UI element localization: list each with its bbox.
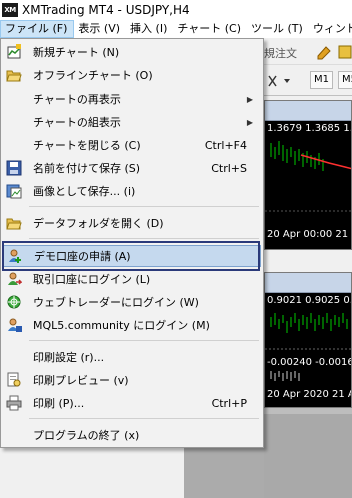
menu-item-open-data-folder[interactable]: データフォルダを開く (D)	[3, 212, 261, 234]
menu-item-save-image[interactable]: 画像として保存... (i)	[3, 180, 261, 202]
new-order-button[interactable]: 規注文	[264, 45, 297, 61]
menu-window[interactable]: ウィンドウ	[309, 20, 352, 38]
menu-item-label: MQL5.community にログイン (M)	[33, 319, 210, 332]
menu-item-label: 取引口座にログイン (L)	[33, 273, 151, 286]
menu-item-label: チャートを閉じる (C)	[33, 139, 141, 152]
menu-separator	[29, 238, 259, 239]
app-logo-icon: XM	[2, 3, 18, 17]
menu-item-label: ウェブトレーダーにログイン (W)	[33, 296, 199, 309]
menu-item-shortcut: Ctrl+P	[211, 396, 247, 410]
menu-item-label: 印刷 (P)...	[33, 397, 85, 410]
submenu-arrow-icon: ▶	[246, 94, 253, 104]
menu-tools[interactable]: ツール (T)	[247, 20, 309, 38]
menu-item-print-preview[interactable]: 印刷プレビュー (v)	[3, 369, 261, 391]
line-studies-icon[interactable]	[266, 73, 294, 89]
menu-bar: ファイル (F) 表示 (V) 挿入 (I) チャート (C) ツール (T) …	[0, 20, 352, 38]
menu-separator	[29, 206, 259, 207]
menu-item-label: 印刷プレビュー (v)	[33, 374, 129, 387]
menu-insert[interactable]: 挿入 (I)	[126, 20, 173, 38]
menu-item-save-as[interactable]: 名前を付けて保存 (S) Ctrl+S	[3, 157, 261, 179]
menu-item-label: チャートの再表示	[33, 93, 121, 106]
menu-view[interactable]: 表示 (V)	[74, 20, 126, 38]
autotrading-icon[interactable]	[338, 44, 352, 60]
save-image-icon	[5, 182, 23, 200]
toolbar-timeframes: M1 M5	[264, 66, 352, 96]
menu-item-offline-chart[interactable]: オフラインチャート (O)	[3, 64, 261, 86]
chart-canvas[interactable]	[265, 101, 352, 250]
chart-date-labels: 20 Apr 2020 21 Apr	[267, 389, 351, 400]
window-title: XMTrading MT4 - USDJPY,H4	[22, 3, 190, 17]
menu-item-label: 画像として保存... (i)	[33, 185, 136, 198]
annotation-highlight-box	[2, 241, 260, 271]
menu-separator	[29, 340, 259, 341]
menu-item-label: オフラインチャート (O)	[33, 69, 153, 82]
webtrader-icon	[5, 293, 23, 311]
login-icon	[5, 270, 23, 288]
chart-indicator-labels: -0.00240 -0.00168	[267, 357, 352, 368]
workspace-background	[264, 408, 352, 498]
new-chart-icon	[5, 43, 23, 61]
menu-item-label: データフォルダを開く (D)	[33, 217, 164, 230]
menu-item-label: チャートの組表示	[33, 116, 121, 129]
menu-item-login-mql5[interactable]: MQL5.community にログイン (M)	[3, 314, 261, 336]
data-folder-icon	[5, 214, 23, 232]
chart-date-labels: 20 Apr 00:00 21 Ap	[267, 229, 351, 240]
menu-item-exit[interactable]: プログラムの終了 (x)	[3, 424, 261, 446]
pencil-icon[interactable]	[316, 44, 332, 60]
chart-window-2[interactable]: 0.9021 0.9025 0.9018 -0.00240 -0.00168 2…	[264, 272, 352, 408]
print-preview-icon	[5, 371, 23, 389]
menu-separator	[29, 418, 259, 419]
toolbar-standard: 規注文	[264, 39, 352, 65]
mql5-icon	[5, 316, 23, 334]
menu-chart[interactable]: チャート (C)	[173, 20, 247, 38]
chart-window-1[interactable]: 1.3679 1.3685 1.3781 20 Apr 00:00 21 Ap	[264, 100, 352, 250]
save-icon	[5, 159, 23, 177]
timeframe-m5-button[interactable]: M5	[338, 71, 352, 89]
menu-item-chart-group[interactable]: チャートの組表示 ▶	[3, 111, 261, 133]
menu-item-label: 新規チャート (N)	[33, 46, 120, 59]
menu-item-close-chart[interactable]: チャートを閉じる (C) Ctrl+F4	[3, 134, 261, 156]
menu-item-chart-reshow[interactable]: チャートの再表示 ▶	[3, 88, 261, 110]
menu-item-label: 印刷設定 (r)...	[33, 351, 105, 364]
menu-item-label: 名前を付けて保存 (S)	[33, 162, 141, 175]
open-folder-icon	[5, 66, 23, 84]
menu-item-shortcut: Ctrl+F4	[204, 138, 247, 152]
print-icon	[5, 394, 23, 412]
submenu-arrow-icon: ▶	[246, 117, 253, 127]
menu-item-shortcut: Ctrl+S	[211, 161, 247, 175]
title-bar: XM XMTrading MT4 - USDJPY,H4	[0, 0, 352, 20]
menu-item-label: プログラムの終了 (x)	[33, 429, 140, 442]
menu-item-print[interactable]: 印刷 (P)... Ctrl+P	[3, 392, 261, 414]
indicator-histogram	[270, 371, 300, 381]
menu-file[interactable]: ファイル (F)	[0, 20, 75, 38]
menu-item-new-chart[interactable]: 新規チャート (N)	[3, 41, 261, 63]
menu-item-print-setup[interactable]: 印刷設定 (r)...	[3, 346, 261, 368]
menu-item-login-trade[interactable]: 取引口座にログイン (L)	[3, 268, 261, 290]
timeframe-m1-button[interactable]: M1	[310, 71, 333, 89]
workspace-background	[184, 440, 264, 498]
menu-item-login-webtrader[interactable]: ウェブトレーダーにログイン (W)	[3, 291, 261, 313]
